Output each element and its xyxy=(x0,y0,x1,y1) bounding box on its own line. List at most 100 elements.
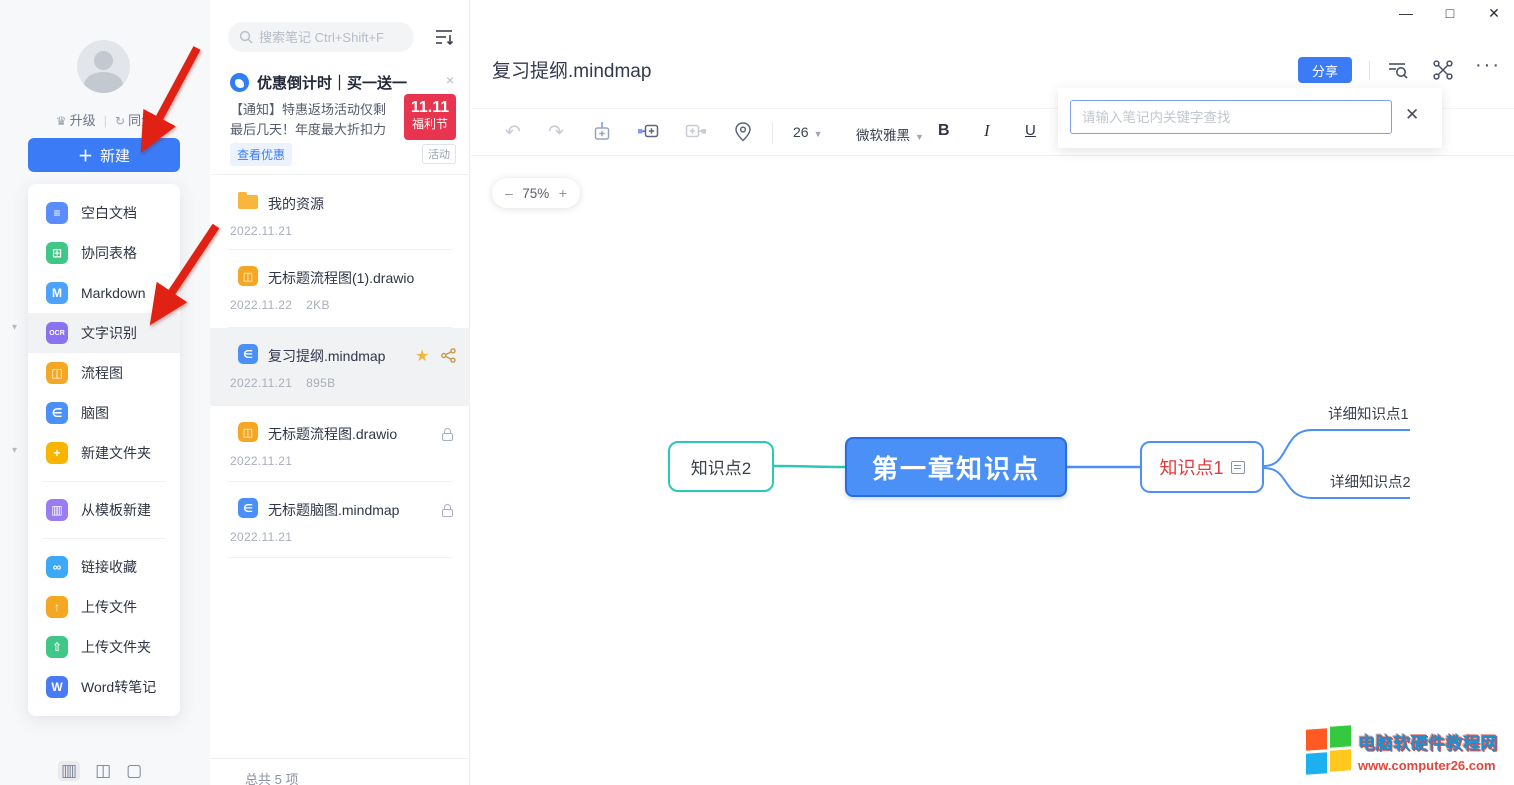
menu-item-label: 链接收藏 xyxy=(81,557,137,577)
sync-link[interactable]: 同步 xyxy=(128,113,154,128)
menu-item-markdown[interactable]: M Markdown xyxy=(28,273,180,313)
zoom-out-button[interactable]: – xyxy=(505,185,513,201)
italic-button[interactable]: I xyxy=(984,121,990,141)
menu-item-collab-table[interactable]: ⊞ 协同表格 xyxy=(28,233,180,273)
mindmap-leaf-detail1[interactable]: 详细知识点1 xyxy=(1328,403,1409,424)
watermark-url: www.computer26.com xyxy=(1358,758,1498,773)
menu-item-upload-folder[interactable]: ⇧ 上传文件夹 xyxy=(28,627,180,667)
minimize-icon[interactable]: — xyxy=(1396,5,1416,22)
menu-item-word-to-note[interactable]: W Word转笔记 xyxy=(28,667,180,707)
file-count-label: 总共 5 项 xyxy=(245,769,298,785)
menu-item-label: Word转笔记 xyxy=(81,677,156,697)
mindmap-file-icon: ∈ xyxy=(238,498,258,518)
font-family-select[interactable]: 微软雅黑▼ xyxy=(856,124,924,145)
file-size: 895B xyxy=(306,376,335,390)
promo-badge: 11.11 福利节 xyxy=(404,94,456,140)
menu-item-ocr[interactable]: OCR 文字识别 xyxy=(28,313,180,353)
undo-icon[interactable]: ↶ xyxy=(505,121,521,145)
redo-icon[interactable]: ↷ xyxy=(548,121,564,145)
avatar[interactable] xyxy=(77,40,130,93)
note-keyword-search-panel: ✕ xyxy=(1058,88,1442,148)
promo-title: 优惠倒计时｜买一送一 xyxy=(257,72,407,93)
window-controls: — □ ✕ xyxy=(1396,5,1504,22)
close-icon[interactable]: ✕ xyxy=(1484,5,1504,22)
view-three-column-icon[interactable]: ▥ xyxy=(58,761,80,781)
insert-child-node-icon[interactable] xyxy=(592,121,612,143)
more-options-icon[interactable]: ··· xyxy=(1475,54,1501,77)
sort-icon[interactable] xyxy=(433,26,455,48)
insert-node-left-icon[interactable] xyxy=(685,121,707,141)
file-row-my-resources[interactable]: 我的资源 2022.11.21 xyxy=(210,176,470,250)
markdown-icon: M xyxy=(46,282,68,304)
sync-icon: ↻ xyxy=(115,114,125,128)
file-list-panel: 优惠倒计时｜买一送一 × 【通知】特惠返场活动仅剩最后几天！年度最大折扣力度..… xyxy=(210,0,470,785)
divider xyxy=(210,174,470,175)
menu-item-mindmap[interactable]: ∈ 脑图 xyxy=(28,393,180,433)
maximize-icon[interactable]: □ xyxy=(1440,5,1460,22)
file-name: 我的资源 xyxy=(268,194,324,214)
note-search-input[interactable] xyxy=(259,30,409,45)
locate-pin-icon[interactable] xyxy=(733,121,753,143)
chevron-down-icon[interactable]: ▾ xyxy=(12,445,17,456)
menu-item-flowchart[interactable]: ◫ 流程图 xyxy=(28,353,180,393)
note-attachment-icon[interactable] xyxy=(1231,461,1245,474)
upgrade-link[interactable]: 升级 xyxy=(70,113,96,128)
mindmap-node-right[interactable]: 知识点1 xyxy=(1140,441,1264,493)
file-row-review-outline[interactable]: ∈ 复习提纲.mindmap ★ 2022.11.21895B xyxy=(210,328,470,406)
menu-item-label: 空白文档 xyxy=(81,203,137,223)
close-search-icon[interactable]: ✕ xyxy=(1405,105,1419,125)
chevron-down-icon: ▼ xyxy=(814,129,823,139)
menu-item-new-folder[interactable]: + 新建文件夹 xyxy=(28,433,180,473)
zoom-in-button[interactable]: + xyxy=(559,185,567,201)
windows-logo-icon xyxy=(1306,726,1352,776)
menu-item-link-collect[interactable]: ∞ 链接收藏 xyxy=(28,547,180,587)
table-icon: ⊞ xyxy=(46,242,68,264)
node-graph-icon[interactable] xyxy=(1432,59,1454,81)
file-row-untitled-mindmap[interactable]: ∈ 无标题脑图.mindmap 2022.11.21 xyxy=(210,482,470,558)
font-size-select[interactable]: 26 ▼ xyxy=(793,124,823,142)
share-button[interactable]: 分享 xyxy=(1298,57,1352,83)
menu-item-label: Markdown xyxy=(81,285,146,301)
watermark: 电脑软硬件教程网 www.computer26.com xyxy=(1306,726,1498,776)
note-search-box[interactable] xyxy=(228,22,414,52)
underline-button[interactable]: U xyxy=(1025,122,1036,139)
new-button[interactable]: ＋ 新建 xyxy=(28,138,180,172)
font-size-value: 26 xyxy=(793,124,809,140)
mindmap-node-root[interactable]: 第一章知识点 xyxy=(845,437,1067,497)
menu-item-label: 脑图 xyxy=(81,403,109,423)
share-icon[interactable] xyxy=(441,348,456,363)
promo-banner: 优惠倒计时｜买一送一 × 【通知】特惠返场活动仅剩最后几天！年度最大折扣力度..… xyxy=(210,62,470,172)
badge-line1: 11.11 xyxy=(404,99,456,116)
view-single-icon[interactable]: ▢ xyxy=(126,761,142,781)
menu-divider xyxy=(42,538,166,539)
mindmap-file-icon: ∈ xyxy=(238,344,258,364)
view-two-column-icon[interactable]: ◫ xyxy=(95,761,111,781)
mindmap-leaf-detail2[interactable]: 详细知识点2 xyxy=(1330,471,1411,492)
mindmap-node-right-label: 知识点1 xyxy=(1159,454,1223,480)
star-icon[interactable]: ★ xyxy=(415,346,429,366)
file-row-flowchart1[interactable]: ◫ 无标题流程图(1).drawio 2022.11.222KB xyxy=(210,250,470,328)
divider xyxy=(1369,60,1370,80)
bold-button[interactable]: B xyxy=(938,122,950,140)
search-in-note-icon[interactable] xyxy=(1386,59,1409,81)
plus-icon: ＋ xyxy=(78,145,93,166)
menu-item-label: 从模板新建 xyxy=(81,500,151,520)
account-row: ♛升级|↻同步 xyxy=(0,110,210,129)
menu-item-upload-file[interactable]: ↑ 上传文件 xyxy=(28,587,180,627)
file-row-flowchart[interactable]: ◫ 无标题流程图.drawio 2022.11.21 xyxy=(210,406,470,482)
lock-icon xyxy=(442,433,453,441)
file-name: 复习提纲.mindmap xyxy=(268,346,385,366)
menu-item-label: 上传文件 xyxy=(81,597,137,617)
menu-item-from-template[interactable]: ▥ 从模板新建 xyxy=(28,490,180,530)
view-offer-link[interactable]: 查看优惠 xyxy=(230,143,292,166)
sidebar: ♛升级|↻同步 ＋ 新建 ≡ 空白文档 ⊞ 协同表格 M Markdown OC… xyxy=(0,0,210,785)
menu-item-blank-doc[interactable]: ≡ 空白文档 xyxy=(28,193,180,233)
promo-close-icon[interactable]: × xyxy=(446,72,454,88)
mindmap-node-left[interactable]: 知识点2 xyxy=(668,441,774,492)
watermark-site-name: 电脑软硬件教程网 xyxy=(1358,729,1498,754)
insert-node-right-icon[interactable] xyxy=(637,121,659,141)
divider xyxy=(772,122,773,144)
note-keyword-input[interactable] xyxy=(1070,100,1392,134)
chevron-down-icon[interactable]: ▾ xyxy=(12,322,17,333)
chevron-down-icon: ▼ xyxy=(915,132,924,142)
